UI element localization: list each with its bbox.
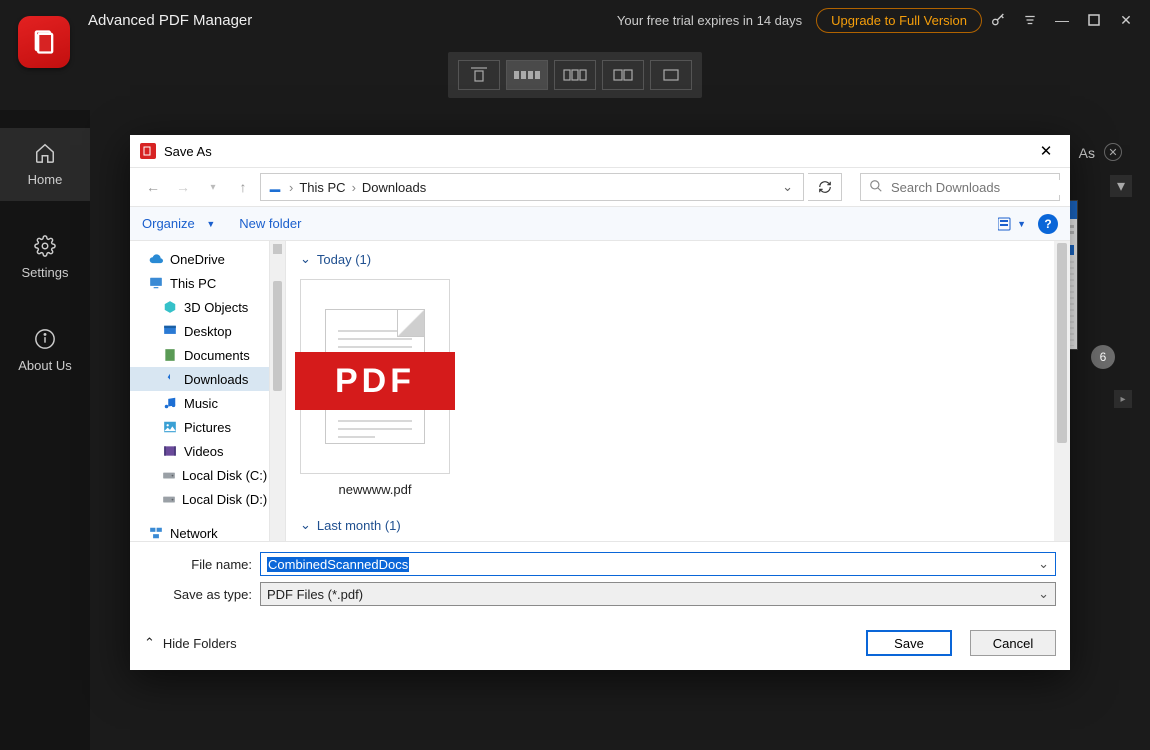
pdf-band: PDF (295, 352, 455, 410)
filename-input[interactable]: CombinedScannedDocs ⌄ (260, 552, 1056, 576)
dialog-close-icon[interactable]: ✕ (1032, 142, 1060, 160)
tree-item-this-pc[interactable]: This PC (130, 271, 269, 295)
file-scrollbar[interactable] (1054, 241, 1070, 541)
view-grid-1[interactable] (650, 60, 692, 90)
music-icon (162, 396, 178, 410)
nav-up-icon[interactable]: ↑ (230, 174, 256, 200)
sidebar: Home Settings About Us (0, 110, 90, 750)
search-icon (869, 179, 883, 196)
page-number-badge: 6 (1091, 345, 1115, 369)
key-icon[interactable] (982, 4, 1014, 36)
nav-recent-icon[interactable]: ▾ (200, 174, 226, 200)
dialog-titlebar: Save As ✕ (130, 135, 1070, 167)
tree-item-local-disk-d-[interactable]: Local Disk (D:) (130, 487, 269, 511)
sidebar-item-home[interactable]: Home (0, 128, 90, 201)
monitor-icon (148, 276, 164, 290)
file-list: ⌄ Today (1) PDF newwww.pdf ⌄ Last month … (286, 241, 1054, 541)
download-folder-icon (267, 178, 283, 197)
file-item[interactable]: PDF newwww.pdf (300, 279, 450, 497)
dialog-title: Save As (164, 144, 212, 159)
sidebar-item-about[interactable]: About Us (0, 314, 90, 387)
doc-icon (162, 348, 178, 362)
desktop-icon (162, 324, 178, 338)
dialog-footer: ⌃ Hide Folders Save Cancel (130, 620, 1070, 670)
bg-scroll-right-icon[interactable]: ▸ (1114, 390, 1132, 408)
tree-item-videos[interactable]: Videos (130, 439, 269, 463)
app-logo (18, 16, 70, 68)
save-button[interactable]: Save (866, 630, 952, 656)
save-as-dialog: Save As ✕ ← → ▾ ↑ › This PC › Downloads … (130, 135, 1070, 670)
tree-item-local-disk-c-[interactable]: Local Disk (C:) (130, 463, 269, 487)
dialog-nav: ← → ▾ ↑ › This PC › Downloads ⌄ (130, 167, 1070, 207)
disk-icon (162, 492, 176, 506)
filename-label: File name: (144, 557, 252, 572)
group-last-month[interactable]: ⌄ Last month (1) (286, 507, 415, 539)
tree-item-3d-objects[interactable]: 3D Objects (130, 295, 269, 319)
breadcrumb-dropdown-icon[interactable]: ⌄ (778, 179, 797, 195)
tree-item-music[interactable]: Music (130, 391, 269, 415)
chevron-down-icon: ⌄ (300, 517, 311, 533)
tree-item-downloads[interactable]: Downloads (130, 367, 269, 391)
view-grid-2[interactable] (602, 60, 644, 90)
organize-button[interactable]: Organize ▼ (142, 216, 215, 231)
sidebar-item-settings[interactable]: Settings (0, 221, 90, 294)
dropdown-icon[interactable]: ⌄ (1038, 586, 1049, 602)
download-icon (162, 372, 178, 386)
sidebar-item-label: About Us (18, 358, 71, 373)
close-app-icon[interactable]: ✕ (1110, 4, 1142, 36)
help-icon[interactable]: ? (1038, 214, 1058, 234)
bg-dropdown-icon[interactable]: ▾ (1110, 175, 1132, 197)
chevron-up-icon: ⌃ (144, 635, 155, 651)
video-icon (162, 444, 178, 458)
dialog-app-icon (140, 143, 156, 159)
nav-forward-icon[interactable]: → (170, 174, 196, 200)
group-today[interactable]: ⌄ Today (1) (286, 241, 1054, 273)
cloud-icon (148, 252, 164, 266)
filetype-label: Save as type: (144, 587, 252, 602)
minimize-icon[interactable]: — (1046, 4, 1078, 36)
network-icon (148, 526, 164, 540)
cancel-button[interactable]: Cancel (970, 630, 1056, 656)
tree-item-desktop[interactable]: Desktop (130, 319, 269, 343)
folder-tree: OneDriveThis PC3D ObjectsDesktopDocument… (130, 241, 270, 541)
dialog-toolbar: Organize ▼ New folder ▼ ? (130, 207, 1070, 241)
sidebar-item-label: Home (28, 172, 63, 187)
tree-scrollbar[interactable] (270, 241, 286, 541)
cube-icon (162, 300, 178, 314)
file-name: newwww.pdf (300, 482, 450, 497)
dropdown-icon[interactable]: ⌄ (1038, 556, 1049, 572)
tree-item-onedrive[interactable]: OneDrive (130, 247, 269, 271)
breadcrumb-root[interactable]: This PC (299, 180, 345, 195)
tree-item-documents[interactable]: Documents (130, 343, 269, 367)
nav-back-icon[interactable]: ← (140, 174, 166, 200)
dialog-fields: File name: CombinedScannedDocs ⌄ Save as… (130, 541, 1070, 620)
breadcrumb[interactable]: › This PC › Downloads ⌄ (260, 173, 804, 201)
tree-item-pictures[interactable]: Pictures (130, 415, 269, 439)
app-title: Advanced PDF Manager (88, 12, 252, 29)
tree-item-network[interactable]: Network (130, 521, 269, 541)
bg-close-icon[interactable]: ✕ (1104, 143, 1122, 161)
sidebar-item-label: Settings (22, 265, 69, 280)
search-input[interactable] (891, 180, 1067, 195)
new-folder-button[interactable]: New folder (239, 216, 301, 231)
view-toolbar (0, 40, 1150, 110)
bg-save-as-text: As (1079, 145, 1095, 161)
view-mode-icon[interactable]: ▼ (998, 217, 1026, 231)
hide-folders-button[interactable]: ⌃ Hide Folders (144, 635, 237, 651)
breadcrumb-folder[interactable]: Downloads (362, 180, 426, 195)
view-grid-4[interactable] (506, 60, 548, 90)
view-grid-3[interactable] (554, 60, 596, 90)
trial-text: Your free trial expires in 14 days (617, 13, 802, 28)
maximize-icon[interactable] (1078, 4, 1110, 36)
upgrade-button[interactable]: Upgrade to Full Version (816, 8, 982, 33)
title-bar: Advanced PDF Manager Your free trial exp… (0, 0, 1150, 40)
picture-icon (162, 420, 178, 434)
refresh-icon[interactable] (808, 173, 842, 201)
menu-icon[interactable] (1014, 4, 1046, 36)
disk-icon (162, 468, 176, 482)
chevron-down-icon: ⌄ (300, 251, 311, 267)
search-box[interactable] (860, 173, 1060, 201)
view-single[interactable] (458, 60, 500, 90)
filetype-select[interactable]: PDF Files (*.pdf) ⌄ (260, 582, 1056, 606)
